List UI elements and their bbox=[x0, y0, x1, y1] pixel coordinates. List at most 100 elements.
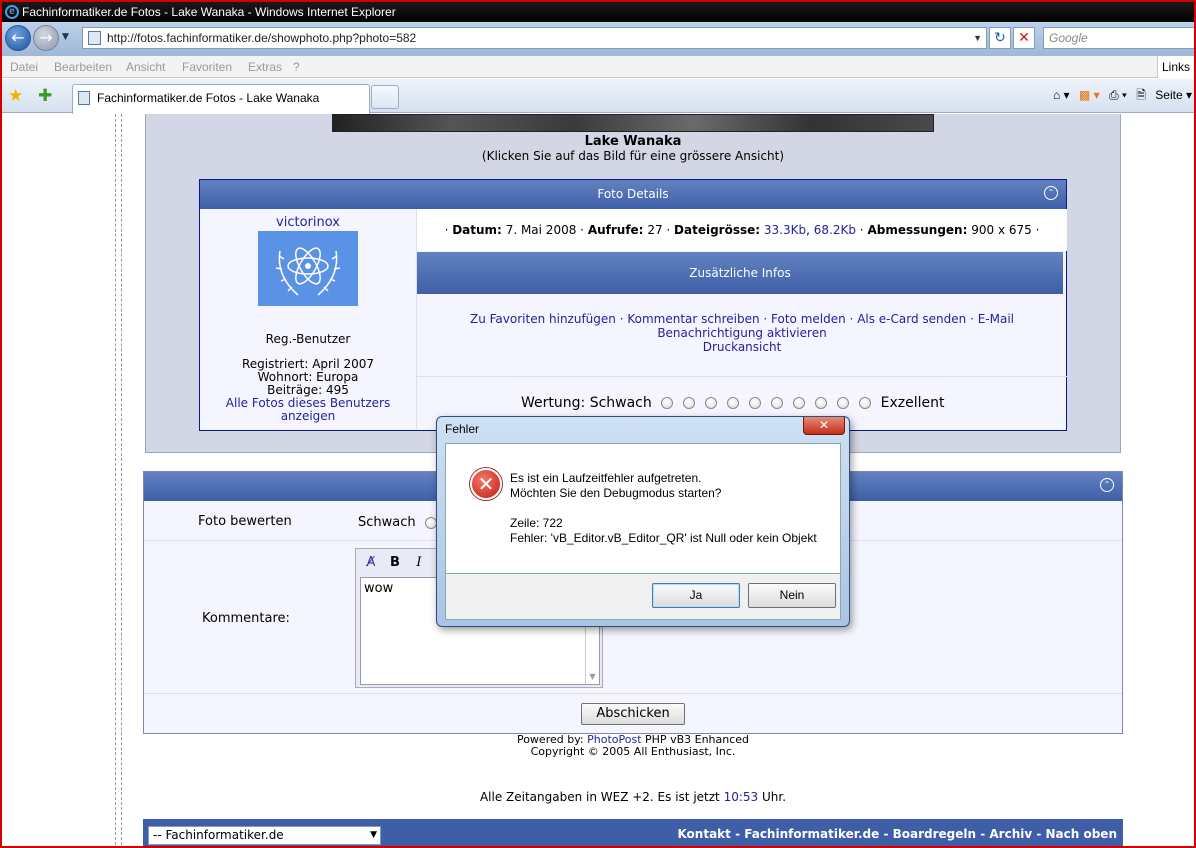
dialog-line-2: Möchten Sie den Debugmodus starten? bbox=[510, 486, 722, 500]
ie-logo-icon: e bbox=[5, 5, 19, 19]
rating-radio-7[interactable] bbox=[793, 397, 806, 409]
photo-details-title: Foto Details bbox=[597, 187, 669, 201]
search-input[interactable]: Google bbox=[1043, 27, 1194, 49]
frame-divider bbox=[115, 114, 116, 846]
forward-button[interactable]: → bbox=[33, 25, 59, 51]
menu-ansicht[interactable]: Ansicht bbox=[126, 56, 165, 78]
italic-icon[interactable]: I bbox=[408, 553, 430, 573]
rating-radio-8[interactable] bbox=[815, 397, 828, 409]
menu-bar: Datei Bearbeiten Ansicht Favoriten Extra… bbox=[2, 56, 1194, 78]
page-menu-button[interactable]: 🗎 Seite ▾ bbox=[1136, 88, 1192, 102]
dialog-line-4: Fehler: 'vB_Editor.vB_Editor_QR' ist Nul… bbox=[510, 531, 817, 545]
add-favorite-icon[interactable]: ✚ bbox=[38, 86, 52, 106]
bold-icon[interactable]: B bbox=[384, 553, 406, 573]
all-photos-link[interactable]: Alle Fotos dieses Benutzers anzeigen bbox=[220, 397, 396, 423]
timezone-info: Alle Zeitangaben in WEZ +2. Es ist jetzt… bbox=[143, 790, 1123, 804]
extra-info-header: Zusätzliche Infos bbox=[417, 252, 1063, 294]
rating-radio-2[interactable] bbox=[683, 397, 696, 409]
photo-image[interactable] bbox=[332, 114, 934, 132]
timezone-suffix: Uhr. bbox=[762, 790, 787, 804]
dialog-close-button[interactable]: ✕ bbox=[803, 417, 845, 435]
rating-label: Wertung: bbox=[521, 395, 586, 411]
frame-divider bbox=[121, 114, 122, 846]
address-input[interactable]: http://fotos.fachinformatiker.de/showpho… bbox=[82, 27, 987, 49]
chevron-down-icon[interactable]: ▼ bbox=[370, 827, 377, 844]
rating-radio-6[interactable] bbox=[771, 397, 784, 409]
page-menu-label: Seite bbox=[1155, 88, 1183, 102]
views-label: Aufrufe: bbox=[587, 223, 644, 237]
send-ecard-link[interactable]: Als e-Card senden bbox=[857, 312, 966, 326]
collapse-icon[interactable]: ⌃ bbox=[1100, 478, 1114, 492]
size-label: Dateigrösse: bbox=[674, 223, 761, 237]
new-tab-button[interactable] bbox=[371, 85, 399, 109]
write-comment-link[interactable]: Kommentar schreiben bbox=[627, 312, 759, 326]
powered-by: Powered by: PhotoPost PHP vB3 Enhanced C… bbox=[143, 734, 1123, 758]
rating-radio-4[interactable] bbox=[727, 397, 740, 409]
size-link-small[interactable]: 33.3Kb bbox=[764, 223, 806, 237]
address-dropdown-icon[interactable]: ▼ bbox=[973, 28, 982, 48]
photo-meta: · Datum: 7. Mai 2008 · Aufrufe: 27 · Dat… bbox=[416, 209, 1067, 430]
dialog-line-3: Zeile: 722 bbox=[510, 516, 563, 530]
avatar bbox=[258, 231, 358, 306]
collapse-icon[interactable]: ⌃ bbox=[1044, 186, 1058, 200]
comment-text: wow bbox=[364, 581, 394, 596]
refresh-button[interactable]: ↻ bbox=[989, 27, 1011, 49]
report-photo-link[interactable]: Foto melden bbox=[771, 312, 846, 326]
address-toolbar: ← → ▼ http://fotos.fachinformatiker.de/s… bbox=[2, 22, 1194, 56]
menu-favoriten[interactable]: Favoriten bbox=[182, 56, 232, 78]
dialog-line-1: Es ist ein Laufzeitfehler aufgetreten. bbox=[510, 471, 702, 485]
home-icon[interactable]: ⌂ ▾ bbox=[1053, 88, 1070, 102]
menu-bearbeiten[interactable]: Bearbeiten bbox=[54, 56, 112, 78]
photo-hint: (Klicken Sie auf das Bild für eine gröss… bbox=[481, 149, 785, 163]
no-button[interactable]: Nein bbox=[748, 583, 836, 608]
rating-radio-9[interactable] bbox=[837, 397, 850, 409]
add-favorite-link[interactable]: Zu Favoriten hinzufügen bbox=[470, 312, 616, 326]
user-role: Reg.-Benutzer bbox=[265, 332, 351, 346]
remove-format-icon[interactable]: A̸ bbox=[360, 553, 382, 573]
rating-low-label: Schwach bbox=[589, 395, 652, 411]
submit-button[interactable]: Abschicken bbox=[581, 703, 685, 725]
page-icon bbox=[78, 91, 90, 105]
stop-button[interactable]: ✕ bbox=[1013, 27, 1035, 49]
tab-active[interactable]: Fachinformatiker.de Fotos - Lake Wanaka bbox=[72, 84, 370, 114]
dimensions-value: 900 x 675 bbox=[971, 223, 1032, 237]
menu-help[interactable]: ? bbox=[293, 56, 300, 78]
rate-low-label: Schwach bbox=[358, 515, 442, 530]
error-dialog: Fehler ✕ ✕ Es ist ein Laufzeitfehler auf… bbox=[436, 416, 850, 627]
current-time: 10:53 bbox=[723, 790, 759, 804]
user-info: victorinox Reg.-Benutzer Registriert: Ap… bbox=[200, 209, 416, 430]
user-name-link[interactable]: victorinox bbox=[200, 215, 416, 230]
menu-extras[interactable]: Extras bbox=[248, 56, 282, 78]
rate-label: Foto bewerten bbox=[198, 514, 292, 529]
forum-select[interactable]: -- Fachinformatiker.de ▼ bbox=[148, 826, 381, 845]
rating-radio-3[interactable] bbox=[705, 397, 718, 409]
links-toolbar[interactable]: Links bbox=[1156, 56, 1194, 78]
browser-window: e Fachinformatiker.de Fotos - Lake Wanak… bbox=[0, 0, 1196, 848]
menu-datei[interactable]: Datei bbox=[10, 56, 38, 78]
dimensions-label: Abmessungen: bbox=[867, 223, 968, 237]
rss-feed-icon[interactable]: ▩ ▾ bbox=[1079, 88, 1100, 102]
forum-select-value: -- Fachinformatiker.de bbox=[153, 828, 284, 842]
dialog-body: ✕ Es ist ein Laufzeitfehler aufgetreten.… bbox=[445, 443, 841, 574]
size-link-large[interactable]: 68.2Kb bbox=[814, 223, 856, 237]
yes-button[interactable]: Ja bbox=[652, 583, 740, 608]
bottom-links[interactable]: Kontakt - Fachinformatiker.de - Boardreg… bbox=[677, 827, 1117, 841]
rating-radio-5[interactable] bbox=[749, 397, 762, 409]
print-view-link[interactable]: Druckansicht bbox=[703, 340, 782, 354]
rating-high-label: Exzellent bbox=[880, 395, 945, 411]
title-bar: e Fachinformatiker.de Fotos - Lake Wanak… bbox=[2, 2, 1194, 22]
back-button[interactable]: ← bbox=[5, 25, 31, 51]
rate-radio-1[interactable] bbox=[424, 516, 437, 529]
date-value: 7. Mai 2008 bbox=[505, 223, 577, 237]
photo-actions: Zu Favoriten hinzufügen · Kommentar schr… bbox=[469, 312, 1014, 354]
rating-radio-1[interactable] bbox=[661, 397, 674, 409]
rating-radio-10[interactable] bbox=[859, 397, 872, 409]
photo-title: Lake Wanaka bbox=[584, 134, 682, 149]
address-url[interactable]: http://fotos.fachinformatiker.de/showpho… bbox=[107, 31, 416, 45]
dialog-title: Fehler bbox=[445, 422, 480, 436]
print-icon[interactable]: ⎙ ▾ bbox=[1109, 88, 1127, 102]
tab-bar: ★ ✚ Fachinformatiker.de Fotos - Lake Wan… bbox=[2, 79, 1194, 114]
favorites-star-icon[interactable]: ★ bbox=[8, 86, 23, 106]
timezone-prefix: Alle Zeitangaben in WEZ +2. Es ist jetzt bbox=[479, 790, 720, 804]
history-dropdown-icon[interactable]: ▼ bbox=[62, 32, 69, 42]
